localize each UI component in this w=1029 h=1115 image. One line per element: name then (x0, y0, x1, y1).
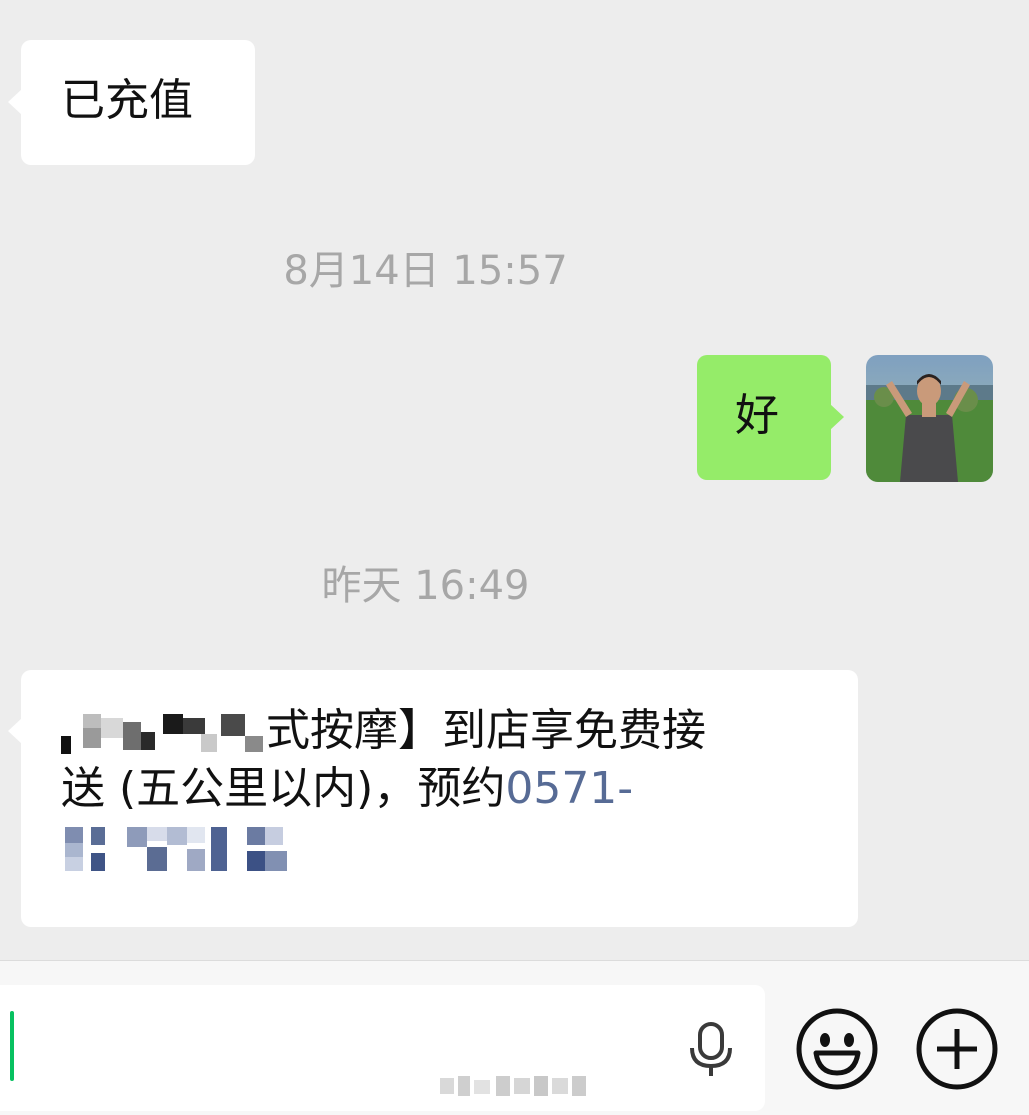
chat-area: 已充值 8月14日 15:57 好 昨天 16:49 式按摩】到店享免费接 送 … (0, 0, 1029, 960)
message-text-line: 式按摩】到店享免费接 (61, 702, 818, 760)
avatar[interactable] (866, 355, 993, 482)
plus-icon[interactable] (915, 1007, 999, 1095)
phone-link[interactable]: 0571- (505, 763, 633, 814)
message-input[interactable] (0, 985, 765, 1111)
message-text: 已充值 (61, 75, 193, 126)
redacted-text (61, 714, 263, 754)
message-text-line (61, 818, 818, 876)
watermark (440, 1068, 590, 1102)
text-cursor (10, 1011, 14, 1081)
message-timestamp: 8月14日 15:57 (283, 248, 568, 294)
emoji-icon[interactable] (795, 1007, 879, 1095)
message-bubble-incoming[interactable]: 已充值 (8, 40, 255, 165)
message-bubble-incoming[interactable]: 式按摩】到店享免费接 送 (五公里以内)，预约0571- (8, 670, 858, 927)
microphone-icon[interactable] (686, 1022, 736, 1082)
redacted-phone-number[interactable] (61, 823, 301, 875)
message-timestamp: 昨天 16:49 (321, 563, 530, 609)
message-text: 好 (735, 390, 779, 441)
message-text-line: 送 (五公里以内)，预约0571- (61, 763, 634, 814)
message-bubble-outgoing[interactable]: 好 (697, 355, 844, 480)
